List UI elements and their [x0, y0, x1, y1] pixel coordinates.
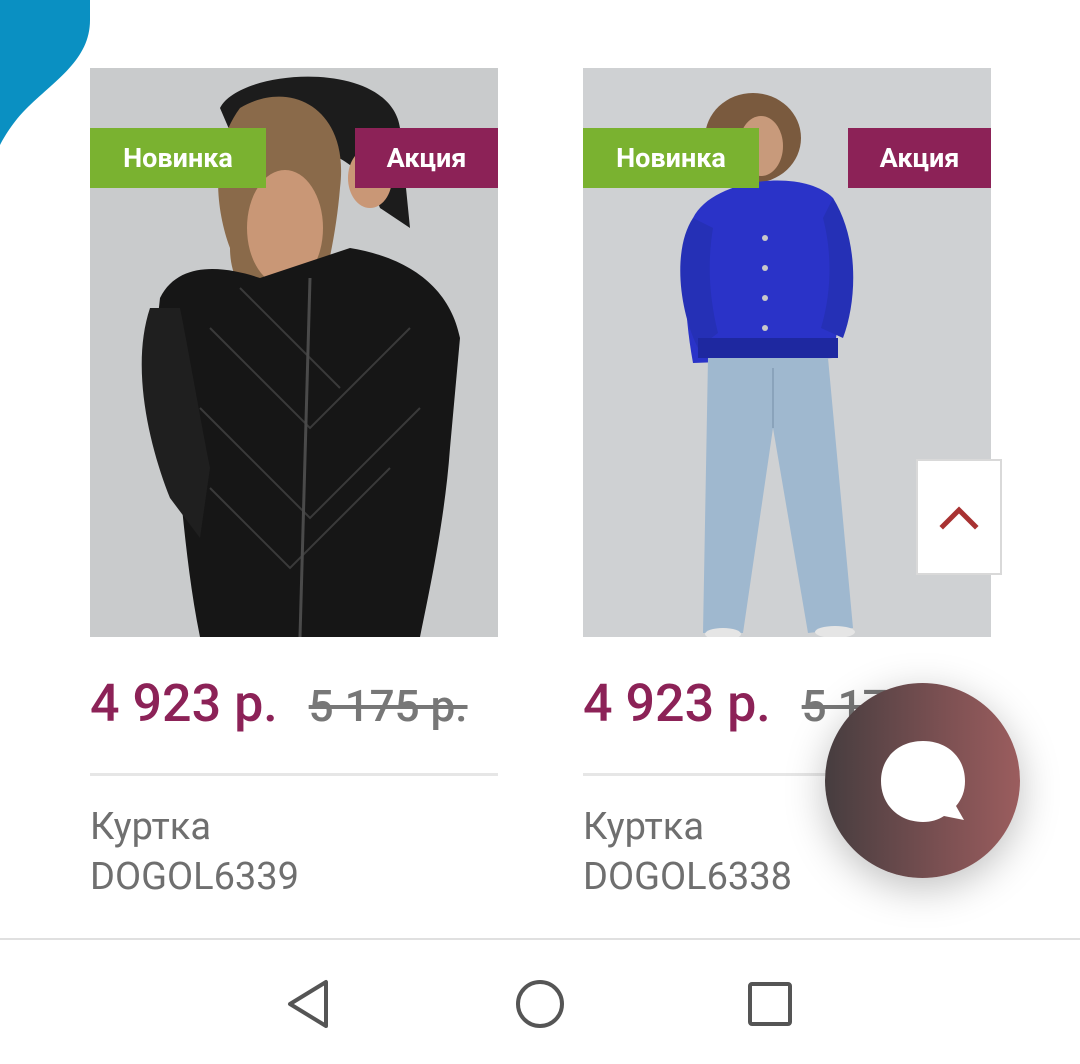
- price-old: 5 175 р.: [308, 680, 468, 732]
- badge-new: Новинка: [90, 128, 266, 188]
- chat-bubble-icon: [880, 740, 965, 822]
- triangle-back-icon: [288, 980, 328, 1028]
- square-recents-icon: [748, 982, 792, 1026]
- nav-back-button[interactable]: [280, 976, 336, 1032]
- system-navigation-bar: [0, 938, 1080, 1064]
- divider: [90, 773, 498, 776]
- badge-sale: Акция: [848, 128, 991, 188]
- product-code[interactable]: DOGOL6339: [90, 852, 498, 902]
- nav-recents-button[interactable]: [742, 976, 798, 1032]
- nav-home-button[interactable]: [512, 976, 568, 1032]
- price-current: 4 923 р.: [90, 673, 278, 734]
- corner-decoration: [0, 0, 90, 145]
- chevron-up-icon: [939, 506, 979, 530]
- badge-new: Новинка: [583, 128, 759, 188]
- product-card[interactable]: Новинка Акция 4 923 р. 5 175 р. Куртка D…: [90, 68, 498, 902]
- circle-home-icon: [516, 980, 564, 1028]
- product-image[interactable]: Новинка Акция: [90, 68, 498, 637]
- chat-button[interactable]: [825, 683, 1020, 878]
- price-block: 4 923 р. 5 175 р.: [90, 673, 498, 737]
- scroll-top-button[interactable]: [916, 459, 1002, 575]
- price-current: 4 923 р.: [583, 673, 771, 734]
- product-name[interactable]: Куртка: [90, 802, 498, 852]
- badge-sale: Акция: [355, 128, 498, 188]
